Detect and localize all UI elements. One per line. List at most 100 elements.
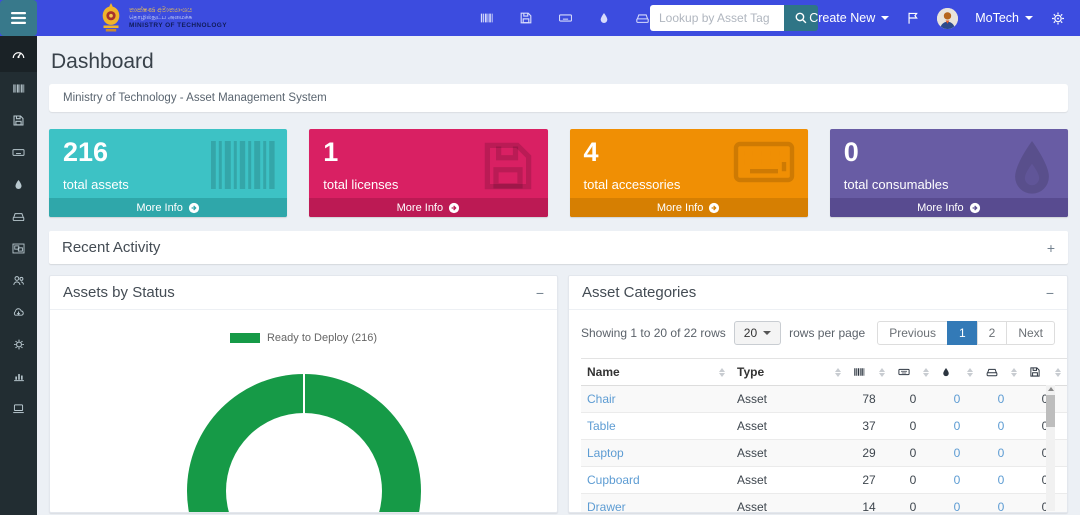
components-count-cell[interactable]: 0 <box>979 494 1023 514</box>
category-link[interactable]: Chair <box>587 392 616 406</box>
pagination-next[interactable]: Next <box>1006 321 1055 345</box>
chevron-down-icon <box>763 331 771 335</box>
components-count-cell[interactable]: 0 <box>979 440 1023 467</box>
more-info-button[interactable]: More Info <box>309 198 547 217</box>
consumables-count-cell[interactable]: 0 <box>935 386 979 413</box>
table-scrollbar[interactable] <box>1046 385 1055 511</box>
sidebar-item-reports[interactable] <box>0 360 37 392</box>
table-header-row: Name Type <box>581 359 1068 386</box>
cloud-download-icon <box>11 306 26 319</box>
sidebar-item-assets[interactable] <box>0 72 37 104</box>
sidebar-item-import[interactable] <box>0 296 37 328</box>
keyboard-icon <box>11 146 26 159</box>
collapse-button[interactable]: − <box>536 286 544 300</box>
main-content: Dashboard Ministry of Technology - Asset… <box>37 36 1080 515</box>
table-row: Laptop Asset 29 0 0 0 0 <box>581 440 1068 467</box>
ministry-logo[interactable]: තාක්ෂණ අමාත්‍යාංශය தொழில்நுட்ப அமைச்சு M… <box>99 3 227 33</box>
page-size-value: 20 <box>744 326 757 340</box>
assets-count-cell: 14 <box>847 494 891 514</box>
expand-button[interactable]: + <box>1047 241 1055 255</box>
navbar-right: Create New MoTech <box>809 0 1066 36</box>
table-row: Cupboard Asset 27 0 0 0 0 <box>581 467 1068 494</box>
sidebar-item-consumables[interactable] <box>0 168 37 200</box>
column-header-licenses[interactable] <box>1023 359 1067 386</box>
brand-line-tamil: தொழில்நுட்ப அமைச்சு <box>129 15 227 22</box>
left-sidebar <box>0 36 37 515</box>
legend-swatch <box>230 333 260 343</box>
breadcrumb: Ministry of Technology - Asset Managemen… <box>49 84 1068 112</box>
accessories-count-cell: 0 <box>891 440 935 467</box>
search-input[interactable] <box>650 5 784 31</box>
category-link[interactable]: Table <box>587 419 616 433</box>
more-info-button[interactable]: More Info <box>570 198 808 217</box>
column-header-assets[interactable] <box>847 359 891 386</box>
components-count-cell[interactable]: 0 <box>979 413 1023 440</box>
floppy-icon[interactable] <box>519 11 533 25</box>
consumables-count-cell[interactable]: 0 <box>935 440 979 467</box>
chart-legend[interactable]: Ready to Deploy (216) <box>50 332 557 344</box>
consumables-count-cell[interactable]: 0 <box>935 467 979 494</box>
asset-categories-table: Name Type <box>581 358 1068 513</box>
panel-header: Asset Categories − <box>569 276 1067 310</box>
user-avatar[interactable] <box>937 8 958 29</box>
sort-icon <box>1007 368 1017 377</box>
keyboard-icon[interactable] <box>558 11 573 25</box>
accessories-count-cell: 0 <box>891 386 935 413</box>
users-icon <box>11 274 26 287</box>
info-box-total-assets: 216 total assets More Info <box>49 129 287 217</box>
column-header-accessories[interactable] <box>891 359 935 386</box>
arrow-circle-right-icon <box>448 202 460 214</box>
brand-line-sinhala: තාක්ෂණ අමාත්‍යාංශය <box>129 7 227 15</box>
category-link[interactable]: Drawer <box>587 500 626 513</box>
column-header-name[interactable]: Name <box>581 359 731 386</box>
sidebar-item-requestable[interactable] <box>0 392 37 424</box>
user-menu[interactable]: MoTech <box>975 11 1033 25</box>
category-type: Asset <box>731 494 847 514</box>
components-count-cell[interactable]: 0 <box>979 467 1023 494</box>
category-link[interactable]: Cupboard <box>587 473 640 487</box>
column-header-extra[interactable] <box>1067 359 1068 386</box>
components-count-cell[interactable]: 0 <box>979 386 1023 413</box>
pagination-previous[interactable]: Previous <box>877 321 948 345</box>
consumables-count-cell[interactable]: 0 <box>935 494 979 514</box>
more-info-label: More Info <box>397 202 443 214</box>
scroll-up-arrow-icon[interactable] <box>1048 387 1054 391</box>
licenses-count-cell: 0 <box>1023 467 1067 494</box>
more-info-button[interactable]: More Info <box>49 198 287 217</box>
page-size-dropdown[interactable]: 20 <box>734 321 781 345</box>
droplet-icon <box>1006 136 1058 198</box>
flag-icon[interactable] <box>906 11 920 25</box>
collapse-button[interactable]: − <box>1046 286 1054 300</box>
accessories-count-cell: 0 <box>891 494 935 514</box>
sidebar-item-predefined-kits[interactable] <box>0 232 37 264</box>
pagination: Previous 1 2 Next <box>877 321 1055 345</box>
sidebar-item-people[interactable] <box>0 264 37 296</box>
droplet-icon[interactable] <box>598 11 610 25</box>
keyboard-icon <box>730 136 798 188</box>
category-link[interactable]: Laptop <box>587 446 624 460</box>
column-header-components[interactable] <box>979 359 1023 386</box>
recent-activity-panel: Recent Activity + <box>49 231 1068 264</box>
sidebar-item-dashboard[interactable] <box>0 36 37 72</box>
more-info-label: More Info <box>136 202 182 214</box>
sidebar-item-accessories[interactable] <box>0 136 37 168</box>
column-header-consumables[interactable] <box>935 359 979 386</box>
pagination-page-1[interactable]: 1 <box>947 321 978 345</box>
create-new-menu[interactable]: Create New <box>809 11 889 25</box>
sidebar-item-settings[interactable] <box>0 328 37 360</box>
column-header-type[interactable]: Type <box>731 359 847 386</box>
hdd-icon <box>985 366 999 378</box>
sidebar-item-licenses[interactable] <box>0 104 37 136</box>
recent-activity-title: Recent Activity <box>62 239 160 256</box>
sidebar-toggle-button[interactable] <box>0 0 37 36</box>
barcode-icon[interactable] <box>480 11 494 25</box>
settings-cogs-icon[interactable] <box>1050 11 1066 26</box>
scrollbar-thumb[interactable] <box>1046 395 1055 427</box>
pagination-page-2[interactable]: 2 <box>977 321 1008 345</box>
categories-table-area: Showing 1 to 20 of 22 rows 20 rows per p… <box>569 310 1067 513</box>
consumables-count-cell[interactable]: 0 <box>935 413 979 440</box>
keyboard-icon <box>897 366 911 378</box>
sidebar-item-components[interactable] <box>0 200 37 232</box>
more-info-button[interactable]: More Info <box>830 198 1068 217</box>
hdd-icon[interactable] <box>635 11 650 25</box>
